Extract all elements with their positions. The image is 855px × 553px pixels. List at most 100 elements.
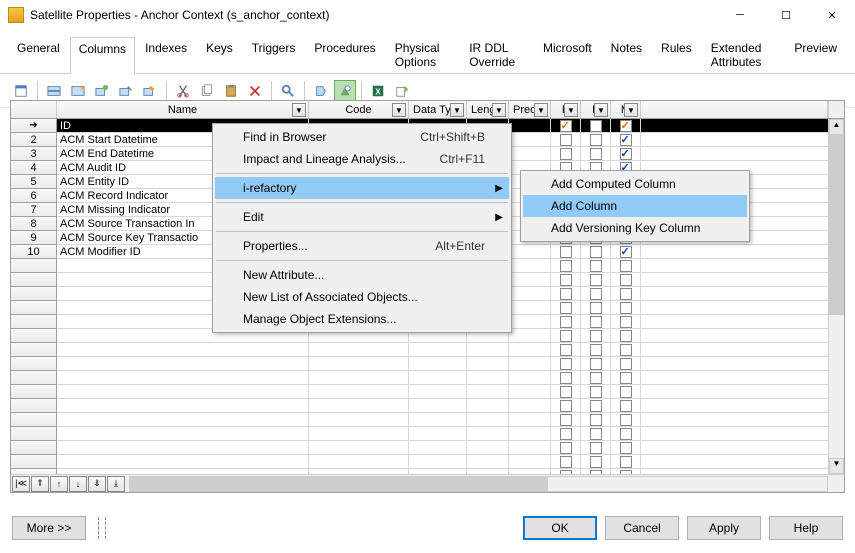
menu-item-i-refactory[interactable]: i-refactory▶ <box>215 177 509 199</box>
checkbox-f[interactable] <box>590 120 602 132</box>
cell-f[interactable] <box>581 119 611 133</box>
menu-item-new-list-of-associated-objects[interactable]: New List of Associated Objects... <box>215 286 509 308</box>
cell-p[interactable] <box>551 273 581 287</box>
tab-notes[interactable]: Notes <box>602 36 651 73</box>
checkbox[interactable] <box>560 428 572 440</box>
menu-item-manage-object-extensions[interactable]: Manage Object Extensions... <box>215 308 509 330</box>
row-number[interactable]: 10 <box>11 245 57 259</box>
cell-m[interactable] <box>611 329 641 343</box>
cell-code[interactable] <box>309 427 409 441</box>
row-number[interactable] <box>11 441 57 455</box>
scroll-up-icon[interactable]: ▲ <box>829 119 844 135</box>
checkbox-p[interactable] <box>560 134 572 146</box>
cell-p[interactable] <box>551 259 581 273</box>
checkbox[interactable] <box>620 428 632 440</box>
ok-button[interactable]: OK <box>523 516 597 540</box>
checkbox[interactable] <box>560 260 572 272</box>
cell-precision[interactable] <box>509 287 551 301</box>
cell-length[interactable] <box>467 413 509 427</box>
cell-length[interactable] <box>467 455 509 469</box>
checkbox[interactable] <box>560 372 572 384</box>
cell-name[interactable] <box>57 455 309 469</box>
row-number[interactable] <box>11 357 57 371</box>
checkbox[interactable] <box>620 358 632 370</box>
toolbar-add-icon[interactable] <box>67 80 89 102</box>
cell-precision[interactable] <box>509 133 551 147</box>
checkbox[interactable] <box>560 274 572 286</box>
checkbox[interactable] <box>620 302 632 314</box>
cell-m[interactable] <box>611 147 641 161</box>
cell-m[interactable] <box>611 119 641 133</box>
maximize-button[interactable]: ☐ <box>763 0 809 30</box>
toolbar-new-row-icon[interactable] <box>91 80 113 102</box>
cell-f[interactable] <box>581 301 611 315</box>
toolbar-find-icon[interactable] <box>277 80 299 102</box>
cell-code[interactable] <box>309 343 409 357</box>
column-header-datatype[interactable]: Data Typ▼ <box>409 101 467 118</box>
context-menu[interactable]: Find in BrowserCtrl+Shift+BImpact and Li… <box>212 123 512 333</box>
dropdown-icon[interactable]: ▼ <box>292 103 306 117</box>
checkbox[interactable] <box>620 260 632 272</box>
checkbox[interactable] <box>620 386 632 398</box>
cell-p[interactable] <box>551 357 581 371</box>
cell-m[interactable] <box>611 133 641 147</box>
column-header-f[interactable]: F▼ <box>581 101 611 118</box>
cell-name[interactable] <box>57 385 309 399</box>
checkbox-f[interactable] <box>590 246 602 258</box>
checkbox-p[interactable] <box>560 246 572 258</box>
tab-physical-options[interactable]: Physical Options <box>386 36 459 73</box>
row-number[interactable]: 2 <box>11 133 57 147</box>
cell-p[interactable] <box>551 371 581 385</box>
checkbox-p[interactable] <box>560 120 572 132</box>
menu-item-properties[interactable]: Properties...Alt+Enter <box>215 235 509 257</box>
cell-f[interactable] <box>581 357 611 371</box>
checkbox[interactable] <box>590 344 602 356</box>
cell-m[interactable] <box>611 441 641 455</box>
cell-datatype[interactable] <box>409 343 467 357</box>
checkbox[interactable] <box>560 414 572 426</box>
cell-precision[interactable] <box>509 329 551 343</box>
checkbox[interactable] <box>590 302 602 314</box>
tab-extended-attributes[interactable]: Extended Attributes <box>702 36 785 73</box>
nav-down-icon[interactable]: ⇓ <box>88 476 106 492</box>
cell-m[interactable] <box>611 273 641 287</box>
dropdown-icon[interactable]: ▼ <box>450 103 464 117</box>
cell-p[interactable] <box>551 147 581 161</box>
cell-precision[interactable] <box>509 147 551 161</box>
tab-preview[interactable]: Preview <box>785 36 846 73</box>
toolbar-paste-icon[interactable] <box>220 80 242 102</box>
cell-code[interactable] <box>309 399 409 413</box>
checkbox[interactable] <box>620 442 632 454</box>
cell-datatype[interactable] <box>409 427 467 441</box>
cell-f[interactable] <box>581 371 611 385</box>
cell-m[interactable] <box>611 245 641 259</box>
checkbox[interactable] <box>560 442 572 454</box>
row-number[interactable] <box>11 343 57 357</box>
checkbox[interactable] <box>560 400 572 412</box>
cell-f[interactable] <box>581 259 611 273</box>
row-number[interactable]: 9 <box>11 231 57 245</box>
toolbar-copy-icon[interactable] <box>196 80 218 102</box>
cell-precision[interactable] <box>509 259 551 273</box>
table-row[interactable] <box>11 413 844 427</box>
hscroll-thumb[interactable] <box>130 477 548 491</box>
cell-f[interactable] <box>581 385 611 399</box>
cell-precision[interactable] <box>509 357 551 371</box>
cell-name[interactable] <box>57 357 309 371</box>
toolbar-cut-icon[interactable] <box>172 80 194 102</box>
cell-precision[interactable] <box>509 399 551 413</box>
checkbox[interactable] <box>560 456 572 468</box>
checkbox[interactable] <box>590 414 602 426</box>
cell-f[interactable] <box>581 273 611 287</box>
toolbar-properties-icon[interactable] <box>10 80 32 102</box>
cell-length[interactable] <box>467 399 509 413</box>
column-header-precision[interactable]: Preci▼ <box>509 101 551 118</box>
cell-length[interactable] <box>467 343 509 357</box>
cell-m[interactable] <box>611 259 641 273</box>
cell-p[interactable] <box>551 427 581 441</box>
context-submenu[interactable]: Add Computed ColumnAdd ColumnAdd Version… <box>520 170 750 242</box>
cell-m[interactable] <box>611 399 641 413</box>
cell-precision[interactable] <box>509 413 551 427</box>
cell-code[interactable] <box>309 455 409 469</box>
cell-p[interactable] <box>551 245 581 259</box>
